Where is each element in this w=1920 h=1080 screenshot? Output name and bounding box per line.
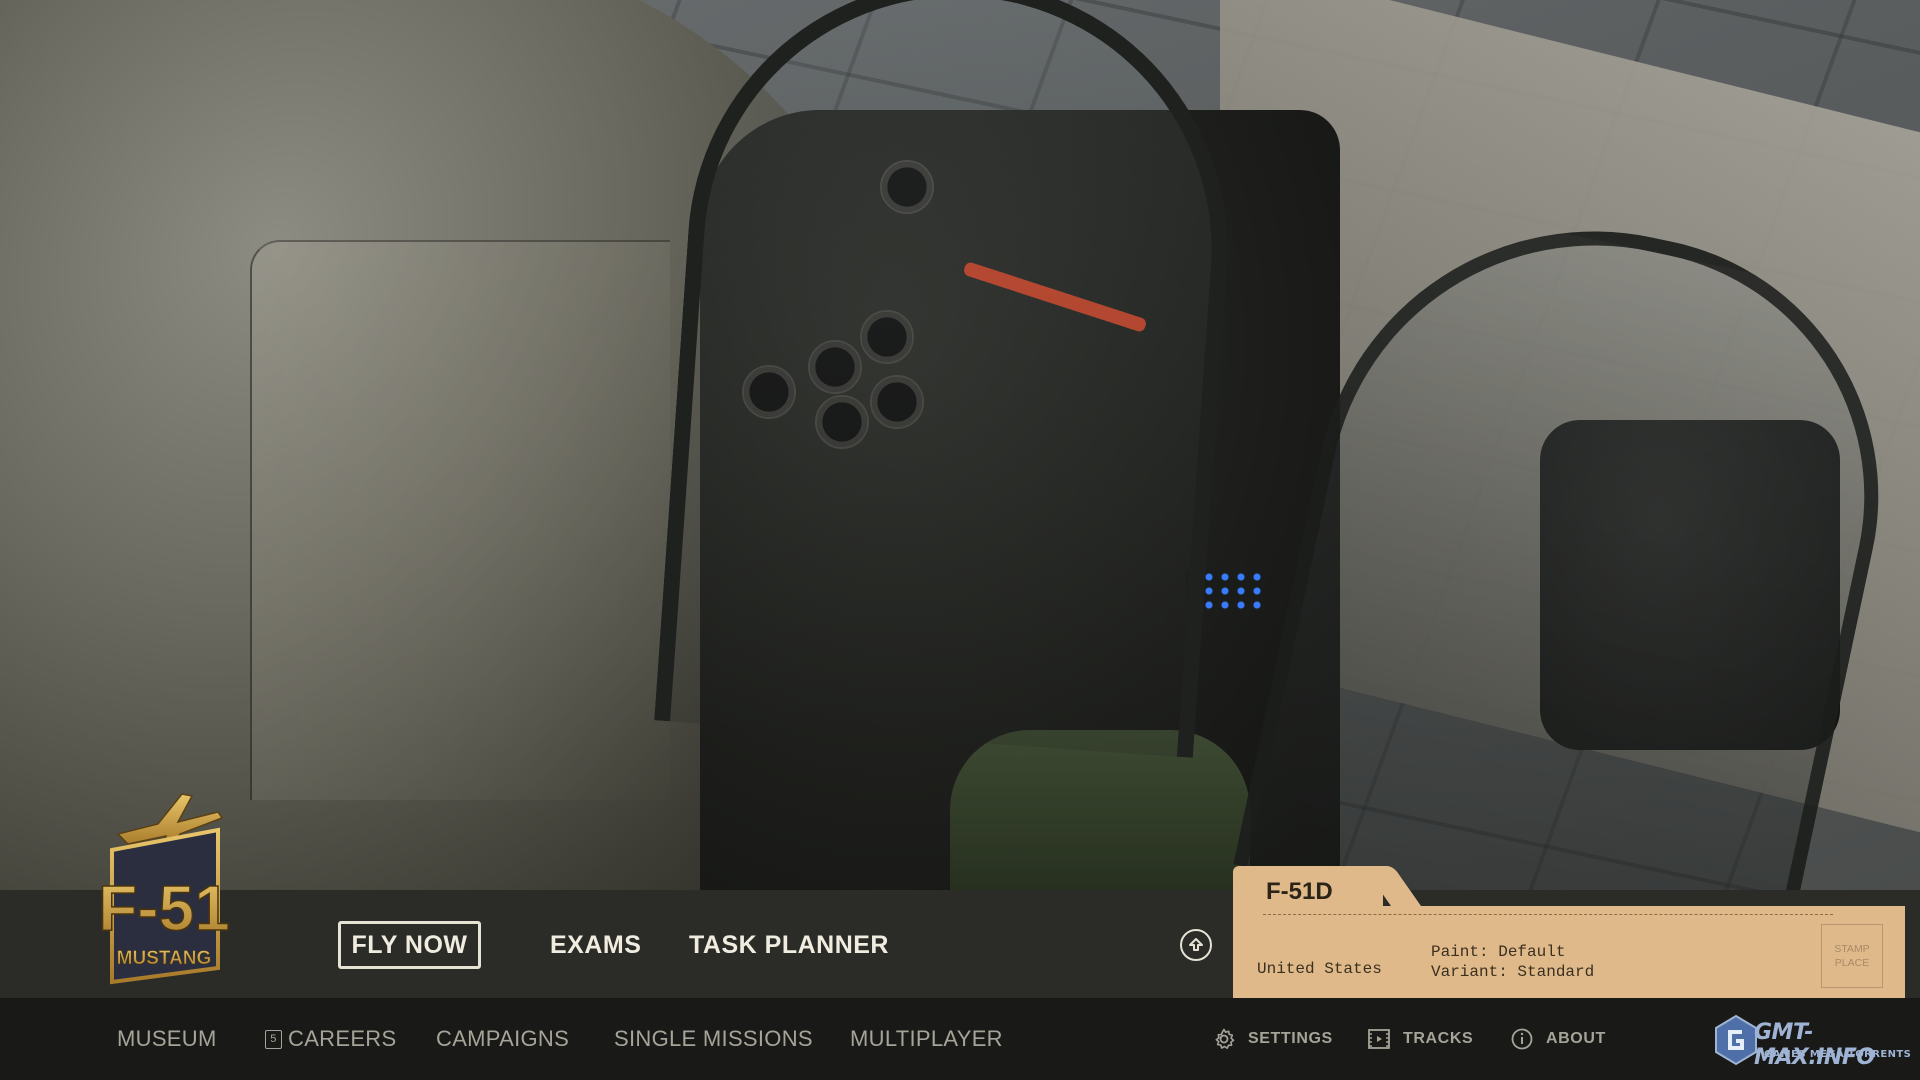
card-body (1233, 906, 1905, 998)
upload-arrow-icon (1189, 938, 1203, 951)
pilot-seat (950, 730, 1250, 890)
info-icon (1510, 1027, 1534, 1051)
aircraft-paint: Paint: Default (1431, 943, 1566, 961)
tracks-label: TRACKS (1403, 1030, 1474, 1047)
film-icon (1367, 1027, 1391, 1051)
logo-text-f51: F-51 (100, 872, 230, 944)
nav-museum[interactable]: MUSEUM (117, 1024, 217, 1054)
aircraft-info-card[interactable]: F-51D United States Paint: Default Varia… (1233, 866, 1905, 998)
stamp-text: PLACE (1834, 957, 1870, 969)
cockpit-scene-background (0, 0, 1920, 890)
fuselage-panel (250, 240, 670, 800)
about-button[interactable]: ABOUT (1510, 1026, 1606, 1052)
aircraft-name: F-51D (1266, 878, 1333, 905)
watermark-text: GMT-MAX.INFO (1754, 1020, 1875, 1070)
tracks-button[interactable]: TRACKS (1367, 1026, 1473, 1052)
f51-mustang-logo: F-51 MUSTANG (97, 772, 231, 987)
aircraft-country: United States (1257, 960, 1382, 978)
aircraft-variant: Variant: Standard (1431, 963, 1595, 981)
nav-multiplayer[interactable]: MULTIPLAYER (850, 1024, 1003, 1054)
logo-emblem-icon: F-51 MUSTANG (97, 793, 231, 985)
nav-careers-label: CAREERS (288, 1026, 397, 1051)
upload-button[interactable] (1180, 929, 1212, 961)
nav-careers[interactable]: 5 CAREERS (265, 1024, 396, 1054)
stamp-placeholder: STAMP PLACE (1821, 924, 1883, 988)
gear-icon (1212, 1027, 1236, 1051)
task-planner-button[interactable]: TASK PLANNER (689, 928, 889, 962)
watermark: GMT-MAX.INFO GAMES MEGA TORRENTS (1712, 1012, 1917, 1072)
careers-badge-icon: 5 (265, 1029, 282, 1049)
settings-button[interactable]: SETTINGS (1212, 1026, 1333, 1052)
stamp-text: STAMP (1834, 943, 1870, 955)
fly-now-button[interactable]: FLY NOW (338, 921, 481, 969)
watermark-subtext: GAMES MEGA TORRENTS (1764, 1049, 1912, 1060)
nav-single-missions[interactable]: SINGLE MISSIONS (614, 1024, 813, 1054)
exams-button[interactable]: EXAMS (550, 928, 641, 962)
card-divider (1263, 914, 1833, 915)
windscreen-frame (654, 0, 1246, 758)
settings-label: SETTINGS (1248, 1030, 1333, 1047)
about-label: ABOUT (1546, 1030, 1606, 1047)
watermark-logo-icon (1715, 1014, 1757, 1066)
nav-campaigns[interactable]: CAMPAIGNS (436, 1024, 569, 1054)
logo-text-mustang: MUSTANG (117, 948, 212, 969)
